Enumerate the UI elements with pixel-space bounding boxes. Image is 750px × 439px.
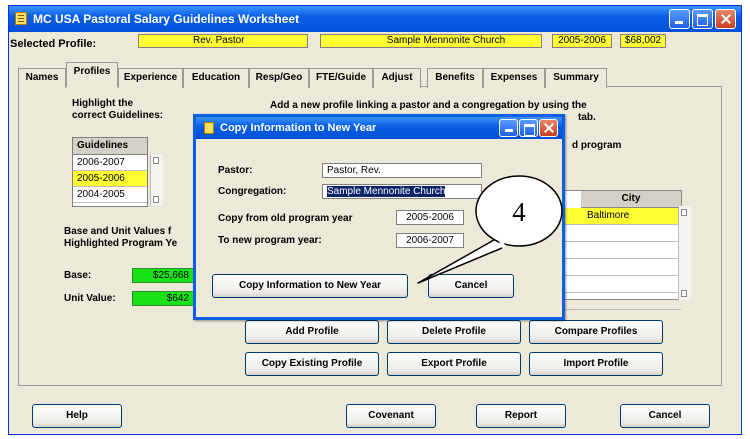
callout-number: 4 [512,197,526,227]
tab-profiles[interactable]: Profiles [66,62,118,87]
